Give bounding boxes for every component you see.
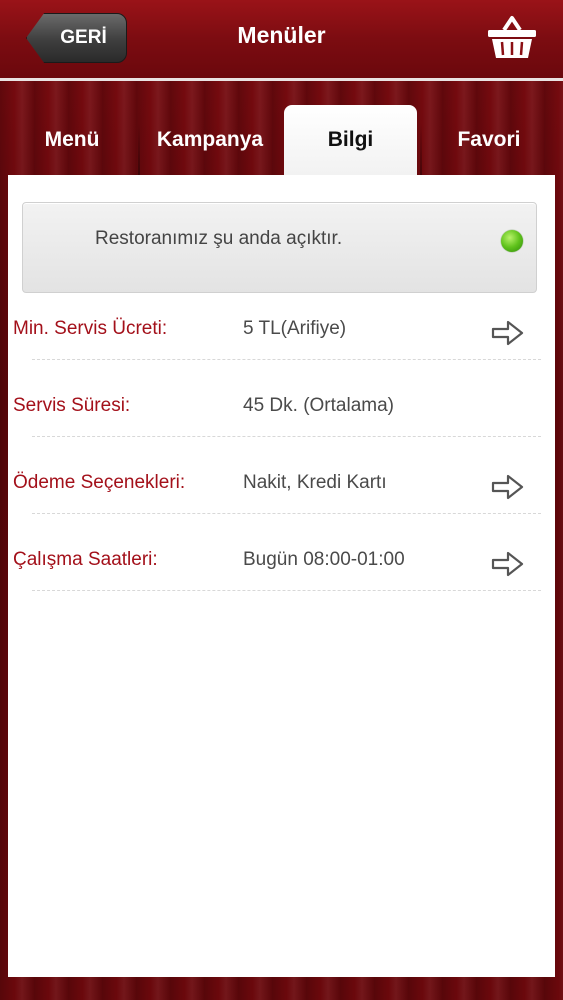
- arrow-right-icon[interactable]: [491, 549, 525, 579]
- arrow-right-icon[interactable]: [491, 318, 525, 348]
- info-panel: Restoranımız şu anda açıktır. Min. Servi…: [8, 175, 555, 977]
- status-text: Restoranımız şu anda açıktır.: [95, 228, 343, 249]
- row-label: Ödeme Seçenekleri:: [13, 472, 186, 493]
- info-row-working-hours[interactable]: Çalışma Saatleri: Bugün 08:00-01:00: [8, 514, 555, 591]
- row-label: Servis Süresi:: [13, 395, 131, 416]
- row-divider: [32, 590, 541, 591]
- row-value: 45 Dk. (Ortalama): [243, 395, 394, 416]
- info-row-payment-options[interactable]: Ödeme Seçenekleri: Nakit, Kredi Kartı: [8, 437, 555, 514]
- tab-bilgi[interactable]: Bilgi: [284, 105, 417, 175]
- info-row-service-time: Servis Süresi: 45 Dk. (Ortalama): [8, 360, 555, 437]
- tab-divider: [420, 123, 422, 175]
- row-value: Nakit, Kredi Kartı: [243, 472, 387, 493]
- tab-divider: [138, 123, 140, 175]
- row-label: Çalışma Saatleri:: [13, 549, 158, 570]
- info-row-min-service-fee[interactable]: Min. Servis Ücreti: 5 TL(Arifiye): [8, 283, 555, 360]
- open-status-indicator: [501, 230, 523, 252]
- tab-favori[interactable]: Favori: [423, 105, 555, 175]
- tab-menu-label: Menü: [44, 128, 100, 151]
- tab-bar: Menü Kampanya Bilgi Favori: [8, 105, 555, 175]
- basket-icon[interactable]: [486, 14, 538, 60]
- status-box: Restoranımız şu anda açıktır.: [22, 202, 537, 293]
- row-label: Min. Servis Ücreti:: [13, 318, 168, 339]
- tab-kampanya-label: Kampanya: [156, 128, 264, 151]
- arrow-right-icon[interactable]: [491, 472, 525, 502]
- row-value: Bugün 08:00-01:00: [243, 549, 405, 570]
- tab-favori-label: Favori: [457, 128, 521, 151]
- row-value: 5 TL(Arifiye): [243, 318, 347, 339]
- tab-bilgi-label: Bilgi: [327, 128, 374, 151]
- page-title: Menüler: [237, 22, 326, 48]
- tab-kampanya[interactable]: Kampanya: [142, 105, 278, 175]
- header-divider: [0, 78, 563, 81]
- top-bar: GERİ Menüler: [0, 0, 563, 80]
- tab-menu[interactable]: Menü: [8, 105, 136, 175]
